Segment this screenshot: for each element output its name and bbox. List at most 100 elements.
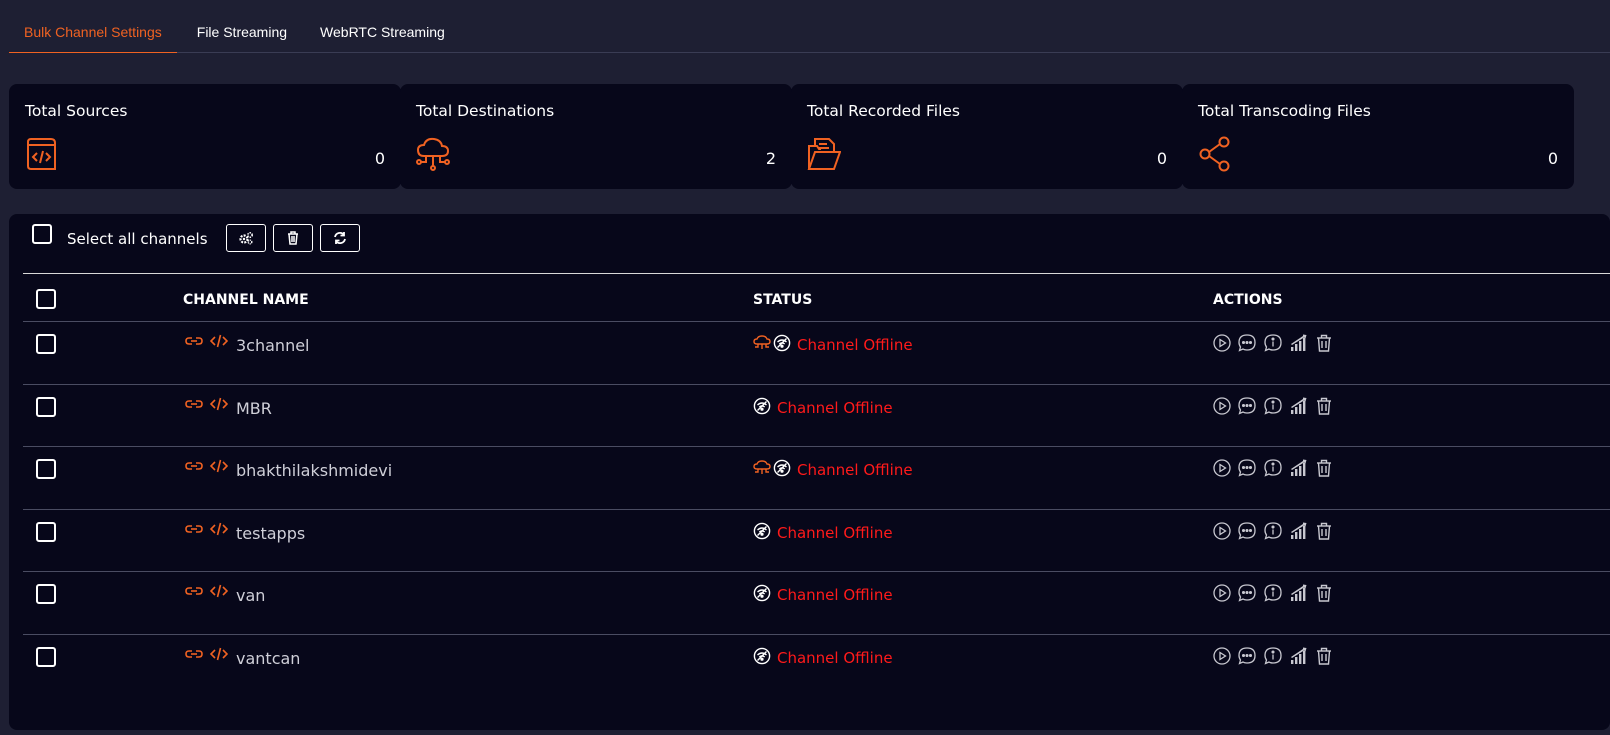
tab-file-streaming[interactable]: File Streaming bbox=[177, 12, 302, 53]
row-checkbox[interactable] bbox=[36, 334, 56, 354]
chat-icon[interactable] bbox=[1237, 646, 1257, 666]
signal-icon[interactable] bbox=[1289, 583, 1309, 603]
info-icon[interactable] bbox=[1263, 521, 1283, 541]
trash-icon[interactable] bbox=[1314, 396, 1334, 416]
embed-code-icon[interactable] bbox=[209, 522, 229, 536]
column-header-status: STATUS bbox=[753, 292, 813, 308]
link-icon[interactable] bbox=[185, 647, 203, 661]
folder-files-icon bbox=[807, 138, 841, 170]
channel-name: 3channel bbox=[236, 336, 310, 355]
embed-code-icon[interactable] bbox=[209, 334, 229, 348]
bulk-delete-button[interactable] bbox=[273, 224, 313, 252]
row-checkbox[interactable] bbox=[36, 584, 56, 604]
offline-wifi-icon bbox=[753, 584, 771, 602]
play-icon[interactable] bbox=[1212, 583, 1232, 603]
chat-icon[interactable] bbox=[1237, 521, 1257, 541]
signal-icon[interactable] bbox=[1289, 333, 1309, 353]
chat-icon[interactable] bbox=[1237, 583, 1257, 603]
status-text: Channel Offline bbox=[777, 586, 893, 604]
status-text: Channel Offline bbox=[797, 336, 913, 354]
trash-icon[interactable] bbox=[1314, 458, 1334, 478]
info-icon[interactable] bbox=[1263, 646, 1283, 666]
stat-card-transcoding: Total Transcoding Files 0 bbox=[1182, 84, 1574, 189]
embed-code-icon[interactable] bbox=[209, 647, 229, 661]
info-icon[interactable] bbox=[1263, 458, 1283, 478]
cloud-network-icon bbox=[416, 137, 450, 171]
chat-icon[interactable] bbox=[1237, 458, 1257, 478]
stat-card-destinations: Total Destinations 2 bbox=[400, 84, 792, 189]
code-file-icon bbox=[27, 138, 56, 170]
signal-icon[interactable] bbox=[1289, 521, 1309, 541]
play-icon[interactable] bbox=[1212, 521, 1232, 541]
table-row: vantcan Channel Offline bbox=[9, 635, 1610, 698]
table-row: MBR Channel Offline bbox=[9, 385, 1610, 448]
table-row: van Channel Offline bbox=[9, 572, 1610, 635]
info-icon[interactable] bbox=[1263, 396, 1283, 416]
play-icon[interactable] bbox=[1212, 646, 1232, 666]
row-checkbox[interactable] bbox=[36, 646, 56, 667]
row-checkbox[interactable] bbox=[36, 521, 56, 542]
refresh-button[interactable] bbox=[320, 224, 360, 252]
table-row: bhakthilakshmidevi Channel Offline bbox=[9, 447, 1610, 510]
play-icon[interactable] bbox=[1212, 396, 1232, 416]
channel-name: vantcan bbox=[236, 648, 301, 668]
stat-title: Total Recorded Files bbox=[807, 102, 960, 120]
signal-icon[interactable] bbox=[1289, 646, 1309, 666]
channel-name: bhakthilakshmidevi bbox=[236, 461, 393, 480]
table-row: 3channel Channel Offline bbox=[9, 322, 1610, 385]
link-icon[interactable] bbox=[185, 459, 203, 473]
embed-code-icon[interactable] bbox=[209, 397, 229, 411]
play-icon[interactable] bbox=[1212, 333, 1232, 353]
stats-row: Total Sources 0 Total Destinations 2 Tot… bbox=[9, 84, 1610, 189]
status-text: Channel Offline bbox=[777, 523, 893, 542]
status-text: Channel Offline bbox=[777, 398, 893, 417]
channel-name: MBR bbox=[236, 398, 272, 418]
column-header-channel-name: CHANNEL NAME bbox=[183, 292, 309, 308]
bulk-settings-button[interactable] bbox=[226, 224, 266, 252]
link-icon[interactable] bbox=[185, 584, 203, 598]
header-select-checkbox[interactable] bbox=[36, 289, 56, 309]
row-checkbox[interactable] bbox=[36, 459, 56, 479]
stat-value: 0 bbox=[1156, 149, 1167, 168]
info-icon[interactable] bbox=[1263, 333, 1283, 353]
signal-icon[interactable] bbox=[1289, 396, 1309, 416]
settings-icon bbox=[239, 231, 254, 245]
stat-card-recorded: Total Recorded Files 0 bbox=[791, 84, 1183, 189]
offline-wifi-icon bbox=[753, 522, 771, 540]
trash-icon[interactable] bbox=[1314, 333, 1334, 353]
tab-webrtc-streaming[interactable]: WebRTC Streaming bbox=[302, 12, 460, 53]
offline-wifi-icon bbox=[753, 647, 771, 665]
status-text: Channel Offline bbox=[777, 648, 893, 667]
trash-icon[interactable] bbox=[1314, 646, 1334, 666]
stat-card-sources: Total Sources 0 bbox=[9, 84, 401, 189]
destination-cloud-icon bbox=[753, 335, 771, 351]
trash-icon[interactable] bbox=[1314, 521, 1334, 541]
embed-code-icon[interactable] bbox=[209, 459, 229, 473]
offline-wifi-icon bbox=[753, 397, 771, 415]
link-icon[interactable] bbox=[185, 522, 203, 536]
table-row: testapps Channel Offline bbox=[9, 510, 1610, 573]
header-divider bbox=[23, 273, 1610, 274]
trash-icon[interactable] bbox=[1314, 583, 1334, 603]
destination-cloud-icon bbox=[753, 460, 771, 476]
link-icon[interactable] bbox=[185, 334, 203, 348]
chat-icon[interactable] bbox=[1237, 396, 1257, 416]
stat-value: 0 bbox=[374, 149, 385, 168]
stat-title: Total Sources bbox=[25, 102, 128, 120]
chat-icon[interactable] bbox=[1237, 333, 1257, 353]
tab-bar: Bulk Channel Settings File Streaming Web… bbox=[9, 12, 1610, 53]
select-all-checkbox[interactable] bbox=[32, 224, 52, 244]
link-icon[interactable] bbox=[185, 397, 203, 411]
tab-bulk-channel-settings[interactable]: Bulk Channel Settings bbox=[9, 12, 177, 53]
embed-code-icon[interactable] bbox=[209, 584, 229, 598]
column-header-actions: ACTIONS bbox=[1213, 292, 1283, 308]
channel-name: van bbox=[236, 586, 266, 605]
stat-value: 0 bbox=[1547, 149, 1558, 168]
row-checkbox[interactable] bbox=[36, 396, 56, 417]
play-icon[interactable] bbox=[1212, 458, 1232, 478]
info-icon[interactable] bbox=[1263, 583, 1283, 603]
trash-icon bbox=[288, 231, 298, 245]
signal-icon[interactable] bbox=[1289, 458, 1309, 478]
stat-value: 2 bbox=[765, 149, 776, 168]
share-icon bbox=[1199, 136, 1230, 172]
